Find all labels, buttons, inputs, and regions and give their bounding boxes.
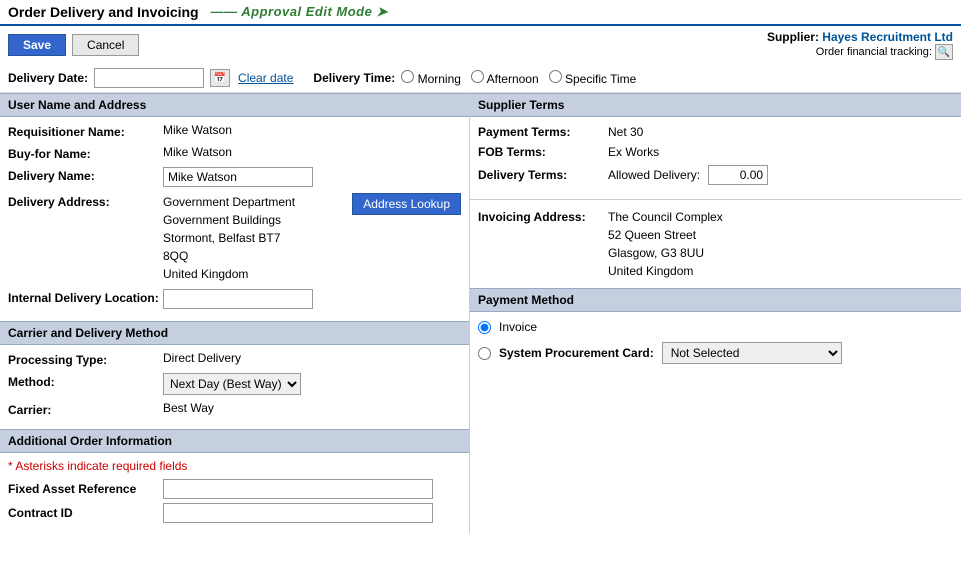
payment-terms-row: Payment Terms: Net 30 bbox=[478, 125, 953, 139]
toolbar: Save Cancel Supplier: Hayes Recruitment … bbox=[0, 26, 961, 64]
internal-delivery-row: Internal Delivery Location: bbox=[8, 289, 461, 309]
supplier-terms-form: Payment Terms: Net 30 FOB Terms: Ex Work… bbox=[470, 117, 961, 199]
delivery-terms-label: Delivery Terms: bbox=[478, 168, 608, 182]
additional-form: * Asterisks indicate required fields Fix… bbox=[0, 453, 469, 533]
carrier-label: Carrier: bbox=[8, 401, 163, 417]
tracking-icon[interactable]: 🔍 bbox=[935, 44, 953, 60]
divider bbox=[470, 199, 961, 200]
carrier-form: Processing Type: Direct Delivery Method:… bbox=[0, 345, 469, 429]
carrier-row: Carrier: Best Way bbox=[8, 401, 461, 417]
buy-for-row: Buy-for Name: Mike Watson bbox=[8, 145, 461, 161]
processing-type-row: Processing Type: Direct Delivery bbox=[8, 351, 461, 367]
left-column: User Name and Address Requisitioner Name… bbox=[0, 93, 470, 533]
delivery-address-row: Delivery Address: Government DepartmentG… bbox=[8, 193, 461, 283]
delivery-time-group: Delivery Time: Morning Afternoon Specifi… bbox=[313, 70, 636, 86]
carrier-section-header: Carrier and Delivery Method bbox=[0, 321, 469, 345]
delivery-name-input[interactable] bbox=[163, 167, 313, 187]
additional-section-header: Additional Order Information bbox=[0, 429, 469, 453]
invoice-radio[interactable] bbox=[478, 321, 491, 334]
fob-terms-label: FOB Terms: bbox=[478, 145, 608, 159]
proc-card-radio[interactable] bbox=[478, 347, 491, 360]
supplier-info: Supplier: Hayes Recruitment Ltd Order fi… bbox=[767, 30, 953, 60]
processing-type-value: Direct Delivery bbox=[163, 351, 461, 365]
fixed-asset-row: Fixed Asset Reference bbox=[8, 479, 461, 499]
delivery-name-row: Delivery Name: bbox=[8, 167, 461, 187]
delivery-date-group: Delivery Date: 📅 Clear date bbox=[8, 68, 293, 88]
delivery-name-label: Delivery Name: bbox=[8, 167, 163, 183]
page-title: Order Delivery and Invoicing bbox=[8, 4, 199, 20]
carrier-value: Best Way bbox=[163, 401, 461, 415]
invoicing-address-label: Invoicing Address: bbox=[478, 208, 608, 224]
delivery-date-label: Delivery Date: bbox=[8, 71, 88, 85]
supplier-terms-section-header: Supplier Terms bbox=[470, 93, 961, 117]
requisitioner-value: Mike Watson bbox=[163, 123, 461, 137]
fob-terms-value: Ex Works bbox=[608, 145, 659, 159]
delivery-address-label: Delivery Address: bbox=[8, 193, 163, 209]
cancel-button[interactable]: Cancel bbox=[72, 34, 139, 56]
order-tracking-label: Order financial tracking: bbox=[816, 46, 932, 58]
payment-terms-value: Net 30 bbox=[608, 125, 643, 139]
contract-id-row: Contract ID bbox=[8, 503, 461, 523]
delivery-time-label: Delivery Time: bbox=[313, 71, 395, 85]
method-row: Method: Next Day (Best Way) Standard Exp… bbox=[8, 373, 461, 395]
delivery-date-time-row: Delivery Date: 📅 Clear date Delivery Tim… bbox=[0, 64, 961, 93]
afternoon-radio[interactable] bbox=[471, 70, 484, 83]
specific-time-option[interactable]: Specific Time bbox=[549, 70, 637, 86]
delivery-address-text: Government DepartmentGovernment Building… bbox=[163, 193, 344, 283]
invoicing-address-row: Invoicing Address: The Council Complex52… bbox=[478, 208, 953, 280]
processing-type-label: Processing Type: bbox=[8, 351, 163, 367]
supplier-label: Supplier: bbox=[767, 30, 819, 44]
main-content: User Name and Address Requisitioner Name… bbox=[0, 93, 961, 533]
user-address-section-header: User Name and Address bbox=[0, 93, 469, 117]
asterisk-note: * Asterisks indicate required fields bbox=[8, 459, 461, 473]
delivery-terms-row: Delivery Terms: Allowed Delivery: bbox=[478, 165, 953, 185]
contract-id-input[interactable] bbox=[163, 503, 433, 523]
delivery-date-input[interactable] bbox=[94, 68, 204, 88]
invoicing-address-value: The Council Complex52 Queen StreetGlasgo… bbox=[608, 208, 723, 280]
payment-terms-label: Payment Terms: bbox=[478, 125, 608, 139]
proc-card-select[interactable]: Not Selected Card 1 Card 2 bbox=[662, 342, 842, 364]
internal-delivery-input[interactable] bbox=[163, 289, 313, 309]
toolbar-buttons: Save Cancel bbox=[8, 34, 139, 56]
requisitioner-row: Requisitioner Name: Mike Watson bbox=[8, 123, 461, 139]
invoice-payment-row: Invoice bbox=[478, 320, 953, 334]
buy-for-label: Buy-for Name: bbox=[8, 145, 163, 161]
delivery-name-field bbox=[163, 167, 461, 187]
payment-method-section-header: Payment Method bbox=[470, 288, 961, 312]
requisitioner-label: Requisitioner Name: bbox=[8, 123, 163, 139]
fixed-asset-input[interactable] bbox=[163, 479, 433, 499]
allowed-delivery-label: Allowed Delivery: bbox=[608, 168, 700, 182]
payment-method-form: Invoice System Procurement Card: Not Sel… bbox=[470, 312, 961, 380]
allowed-delivery-input[interactable] bbox=[708, 165, 768, 185]
delivery-terms-value: Allowed Delivery: bbox=[608, 165, 768, 185]
invoice-label: Invoice bbox=[499, 320, 537, 334]
fixed-asset-label: Fixed Asset Reference bbox=[8, 482, 163, 496]
procurement-card-row: System Procurement Card: Not Selected Ca… bbox=[478, 342, 953, 364]
approval-mode-label: Approval Edit Mode bbox=[211, 4, 388, 20]
method-select[interactable]: Next Day (Best Way) Standard Express bbox=[163, 373, 301, 395]
delivery-time-options: Morning Afternoon Specific Time bbox=[401, 70, 636, 86]
clear-date-link[interactable]: Clear date bbox=[238, 71, 293, 85]
method-label: Method: bbox=[8, 373, 163, 389]
address-lookup-button[interactable]: Address Lookup bbox=[352, 193, 461, 215]
contract-id-label: Contract ID bbox=[8, 506, 163, 520]
internal-delivery-field bbox=[163, 289, 461, 309]
buy-for-value: Mike Watson bbox=[163, 145, 461, 159]
proc-card-label: System Procurement Card: bbox=[499, 346, 654, 360]
right-column: Supplier Terms Payment Terms: Net 30 FOB… bbox=[470, 93, 961, 533]
supplier-name: Hayes Recruitment Ltd bbox=[822, 30, 953, 44]
afternoon-option[interactable]: Afternoon bbox=[471, 70, 539, 86]
morning-option[interactable]: Morning bbox=[401, 70, 461, 86]
save-button[interactable]: Save bbox=[8, 34, 66, 56]
method-field: Next Day (Best Way) Standard Express bbox=[163, 373, 461, 395]
delivery-address-value: Government DepartmentGovernment Building… bbox=[163, 193, 461, 283]
morning-radio[interactable] bbox=[401, 70, 414, 83]
specific-time-radio[interactable] bbox=[549, 70, 562, 83]
fob-terms-row: FOB Terms: Ex Works bbox=[478, 145, 953, 159]
calendar-icon[interactable]: 📅 bbox=[210, 69, 230, 87]
user-address-form: Requisitioner Name: Mike Watson Buy-for … bbox=[0, 117, 469, 321]
internal-delivery-label: Internal Delivery Location: bbox=[8, 289, 163, 305]
